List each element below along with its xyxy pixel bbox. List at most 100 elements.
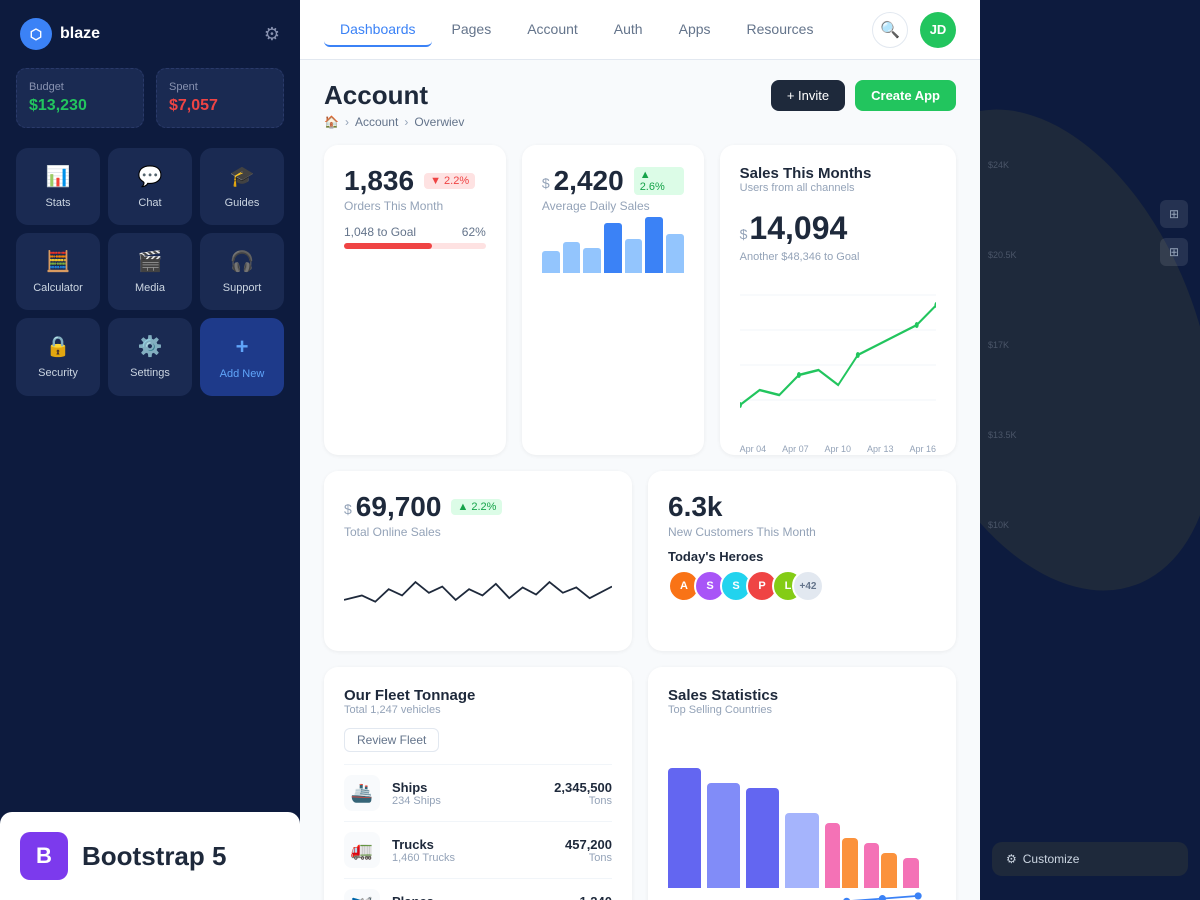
page-header-left: Account 🏠 › Account › Overwiev bbox=[324, 80, 464, 129]
bar-group-7 bbox=[903, 858, 936, 888]
top-nav: Dashboards Pages Account Auth Apps Resou… bbox=[300, 0, 980, 60]
apr-label-4: Apr 13 bbox=[867, 444, 894, 454]
budget-value: $13,230 bbox=[29, 97, 131, 115]
logo-icon: ⬡ bbox=[20, 18, 52, 50]
ships-value: 2,345,500 Tons bbox=[554, 780, 612, 807]
breadcrumb-account[interactable]: Account bbox=[355, 115, 398, 129]
heroes-avatars: A S S P L +42 bbox=[668, 570, 936, 602]
nav-label-support: Support bbox=[223, 282, 262, 294]
fleet-title: Our Fleet Tonnage bbox=[344, 687, 612, 704]
heroes-count: +42 bbox=[792, 570, 824, 602]
sales-line-chart: Apr 04 Apr 07 Apr 10 Apr 13 Apr 16 bbox=[740, 275, 936, 435]
panel-ctrl-1[interactable]: ⊞ bbox=[1160, 200, 1188, 228]
breadcrumb-home[interactable]: 🏠 bbox=[324, 115, 339, 129]
online-sales-badge: ▲ 2.2% bbox=[451, 499, 502, 515]
ships-amount: 2,345,500 bbox=[554, 780, 612, 795]
sales-stats-section: Sales Statistics Top Selling Countries bbox=[648, 667, 956, 900]
sidebar-menu-icon[interactable]: ⚙ bbox=[264, 24, 280, 45]
stats-grid: 1,836 ▼ 2.2% Orders This Month 1,048 to … bbox=[324, 145, 956, 455]
bootstrap-badge: B Bootstrap 5 bbox=[0, 812, 300, 900]
fleet-section: Our Fleet Tonnage Total 1,247 vehicles R… bbox=[324, 667, 632, 900]
tab-dashboards[interactable]: Dashboards bbox=[324, 13, 432, 47]
bar-group-6 bbox=[864, 843, 897, 888]
y-label-17k: $17K bbox=[988, 340, 1017, 350]
sales-month-sub: Users from all channels bbox=[740, 182, 936, 194]
customers-card: 6.3k New Customers This Month Today's He… bbox=[648, 471, 956, 651]
panel-controls: ⊞ ⊞ bbox=[1160, 200, 1188, 266]
bar-g6-2 bbox=[881, 853, 897, 888]
create-app-button[interactable]: Create App bbox=[855, 80, 956, 111]
progress-section: 1,048 to Goal 62% bbox=[344, 225, 486, 249]
search-button[interactable]: 🔍 bbox=[872, 12, 908, 48]
bootstrap-label: Bootstrap 5 bbox=[82, 841, 226, 872]
customize-button[interactable]: ⚙ Customize bbox=[992, 842, 1188, 876]
planes-name: Planes bbox=[392, 894, 567, 900]
trucks-count: 1,460 Trucks bbox=[392, 852, 553, 864]
apr-label-1: Apr 04 bbox=[740, 444, 767, 454]
online-sales-card: $ 69,700 ▲ 2.2% Total Online Sales bbox=[324, 471, 632, 651]
nav-item-chat[interactable]: 💬 Chat bbox=[108, 148, 192, 225]
daily-sales-value: 2,420 bbox=[554, 165, 624, 197]
nav-label-media: Media bbox=[135, 282, 165, 294]
y-label-13k: $13.5K bbox=[988, 430, 1017, 440]
support-icon: 🎧 bbox=[230, 249, 255, 274]
daily-sales-card: $ 2,420 ▲ 2.6% Average Daily Sales bbox=[522, 145, 704, 455]
breadcrumb: 🏠 › Account › Overwiev bbox=[324, 115, 464, 129]
bar-g3-1 bbox=[746, 788, 779, 888]
panel-ctrl-2[interactable]: ⊞ bbox=[1160, 238, 1188, 266]
tab-account[interactable]: Account bbox=[511, 13, 594, 47]
fleet-sub: Total 1,247 vehicles bbox=[344, 704, 612, 716]
online-sales-currency: $ bbox=[344, 501, 352, 517]
nav-item-guides[interactable]: 🎓 Guides bbox=[200, 148, 284, 225]
nav-item-add-new[interactable]: + Add New bbox=[200, 318, 284, 396]
heroes-label: Today's Heroes bbox=[668, 549, 936, 564]
ships-unit: Tons bbox=[554, 795, 612, 807]
calculator-icon: 🧮 bbox=[46, 249, 71, 274]
fleet-row-planes: ✈️ Planes 8 Aircrafts 1,240 Tons bbox=[344, 878, 612, 900]
daily-sales-badge: ▲ 2.6% bbox=[634, 167, 684, 195]
stats-icon: 📊 bbox=[46, 164, 71, 189]
guides-icon: 🎓 bbox=[230, 164, 255, 189]
orders-card: 1,836 ▼ 2.2% Orders This Month 1,048 to … bbox=[324, 145, 506, 455]
page-title: Account bbox=[324, 80, 464, 111]
heroes-section: Today's Heroes A S S P L +42 bbox=[668, 549, 936, 602]
y-label-10k: $10K bbox=[988, 520, 1017, 530]
planes-info: Planes 8 Aircrafts bbox=[392, 894, 567, 900]
sales-month-card: Sales This Months Users from all channel… bbox=[720, 145, 956, 455]
planes-icon: ✈️ bbox=[344, 889, 380, 900]
nav-label-add-new: Add New bbox=[220, 368, 265, 380]
tab-auth[interactable]: Auth bbox=[598, 13, 659, 47]
sidebar-header: ⬡ blaze ⚙ bbox=[0, 0, 300, 68]
nav-label-chat: Chat bbox=[138, 197, 161, 209]
page-header: Account 🏠 › Account › Overwiev + Invite … bbox=[324, 80, 956, 129]
nav-item-settings[interactable]: ⚙️ Settings bbox=[108, 318, 192, 396]
invite-button[interactable]: + Invite bbox=[771, 80, 845, 111]
nav-item-media[interactable]: 🎬 Media bbox=[108, 233, 192, 310]
nav-item-stats[interactable]: 📊 Stats bbox=[16, 148, 100, 225]
chat-icon: 💬 bbox=[138, 164, 163, 189]
review-fleet-button[interactable]: Review Fleet bbox=[344, 728, 439, 752]
nav-label-calculator: Calculator bbox=[33, 282, 83, 294]
bar-6 bbox=[645, 217, 663, 273]
header-actions: + Invite Create App bbox=[771, 80, 956, 111]
trucks-name: Trucks bbox=[392, 837, 553, 852]
dark-panel: $24K $20.5K $17K $13.5K $10K ⊞ ⊞ ⚙ Custo… bbox=[980, 0, 1200, 900]
budget-card: Budget $13,230 bbox=[16, 68, 144, 128]
bar-g6-1 bbox=[864, 843, 880, 888]
nav-label-settings: Settings bbox=[130, 367, 170, 379]
spent-value: $7,057 bbox=[169, 97, 271, 115]
orders-label: Orders This Month bbox=[344, 199, 486, 213]
nav-item-security[interactable]: 🔒 Security bbox=[16, 318, 100, 396]
user-avatar[interactable]: JD bbox=[920, 12, 956, 48]
nav-item-support[interactable]: 🎧 Support bbox=[200, 233, 284, 310]
bar-g5-2 bbox=[842, 838, 858, 888]
tab-pages[interactable]: Pages bbox=[436, 13, 508, 47]
bar-g2-1 bbox=[707, 783, 740, 888]
tab-resources[interactable]: Resources bbox=[731, 13, 830, 47]
sales-month-value: 14,094 bbox=[749, 210, 847, 247]
sales-stats-title: Sales Statistics bbox=[668, 687, 936, 704]
nav-label-guides: Guides bbox=[225, 197, 260, 209]
tab-apps[interactable]: Apps bbox=[663, 13, 727, 47]
nav-item-calculator[interactable]: 🧮 Calculator bbox=[16, 233, 100, 310]
sales-month-sub-text: Another $48,346 to Goal bbox=[740, 251, 936, 263]
